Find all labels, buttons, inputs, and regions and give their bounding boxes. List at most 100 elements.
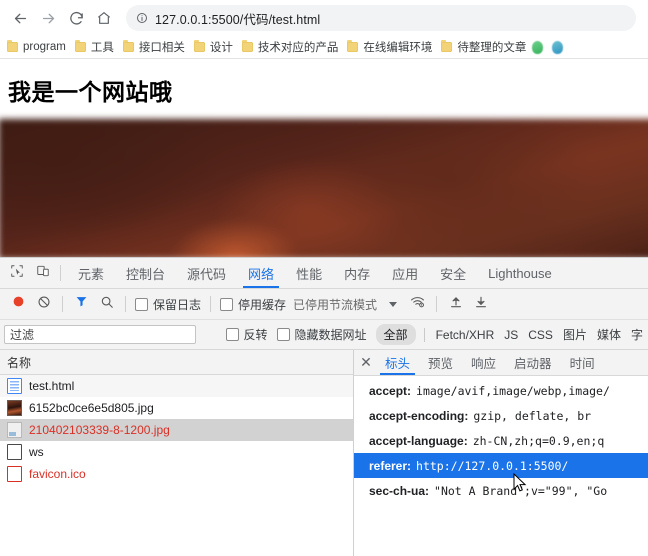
request-name: favicon.ico [29, 467, 86, 481]
site-info-icon[interactable] [136, 12, 148, 24]
tab-label: Lighthouse [488, 265, 552, 281]
header-value: "Not A Brand";v="99", "Go [434, 483, 608, 498]
preserve-log-checkbox[interactable]: 保留日志 [135, 296, 201, 313]
image-thumb-icon [7, 400, 22, 416]
device-toolbar-icon [36, 264, 50, 283]
upload-arrow-icon [449, 295, 463, 314]
reload-button[interactable] [62, 4, 90, 32]
header-row[interactable]: accept-language: zh-CN,zh;q=0.9,en;q [366, 428, 648, 453]
wifi-gear-icon [410, 294, 425, 314]
search-magnifier-icon [100, 295, 114, 314]
disable-cache-checkbox[interactable]: 停用缓存 [220, 296, 286, 313]
bookmark-tech-products[interactable]: 技术对应的产品 [239, 37, 344, 57]
tab-label: 性能 [296, 266, 323, 282]
header-row[interactable]: accept-encoding: gzip, deflate, br [366, 403, 648, 428]
tab-timing[interactable]: 时间 [561, 350, 604, 375]
table-row[interactable]: 6152bc0ce6e5d805.jpg [0, 397, 353, 419]
preserve-log-label: 保留日志 [153, 297, 202, 312]
header-row[interactable]: sec-ch-ua: "Not A Brand";v="99", "Go [366, 478, 648, 503]
tabbar-divider [60, 265, 61, 281]
tab-headers[interactable]: 标头 [376, 350, 419, 375]
close-details-button[interactable]: ✕ [356, 350, 376, 375]
filter-type-css[interactable]: CSS [523, 326, 558, 344]
filter-type-font[interactable]: 字 [626, 324, 648, 345]
details-tabbar: ✕ 标头 预览 响应 启动器 时间 [354, 350, 648, 376]
tab-lighthouse[interactable]: Lighthouse [477, 258, 563, 288]
header-key: sec-ch-ua: [369, 483, 430, 498]
network-conditions-button[interactable] [405, 292, 430, 317]
page-viewport: 我是一个网站哦 [0, 59, 648, 257]
import-har-button[interactable] [443, 292, 468, 317]
request-list-header: 名称 [0, 350, 353, 375]
throttling-caret[interactable] [380, 292, 405, 317]
extension-teal-icon[interactable] [552, 40, 564, 54]
filter-type-media[interactable]: 媒体 [592, 324, 626, 345]
request-name: test.html [29, 379, 75, 393]
table-row[interactable]: favicon.ico [0, 463, 353, 485]
tab-label: 预览 [428, 357, 454, 371]
bookmark-online-editors[interactable]: 在线编辑环境 [344, 37, 437, 57]
back-arrow-icon [12, 10, 29, 27]
tab-sources[interactable]: 源代码 [176, 258, 237, 288]
tab-preview[interactable]: 预览 [419, 350, 462, 375]
checkbox-box [225, 328, 239, 341]
tab-application[interactable]: 应用 [381, 258, 429, 288]
tab-security[interactable]: 安全 [429, 258, 477, 288]
back-button[interactable] [6, 4, 34, 32]
throttling-dropdown[interactable]: 已停用节流模式 [293, 296, 377, 313]
extension-green-icon[interactable] [532, 40, 544, 54]
bookmark-tools[interactable]: 工具 [72, 37, 119, 57]
document-icon [7, 378, 22, 394]
tab-initiator[interactable]: 启动器 [505, 350, 561, 375]
tab-elements[interactable]: 元素 [67, 258, 115, 288]
header-row-selected[interactable]: referer: http://127.0.0.1:5500/ [354, 453, 648, 478]
record-button[interactable] [6, 292, 31, 317]
folder-icon [74, 40, 86, 52]
filter-type-img[interactable]: 图片 [558, 324, 592, 345]
tab-label: 元素 [78, 266, 105, 282]
header-value: image/avif,image/webp,image/ [416, 383, 610, 398]
filter-type-js[interactable]: JS [499, 326, 523, 344]
bookmarks-bar: program 工具 接口相关 设计 技术对应的产品 在线编辑环境 待整理的文章 [0, 36, 648, 59]
filter-type-fetch-xhr[interactable]: Fetch/XHR [431, 326, 500, 344]
bookmark-to-organize[interactable]: 待整理的文章 [438, 37, 531, 57]
forward-button[interactable] [34, 4, 62, 32]
tab-label: 控制台 [126, 266, 166, 282]
reload-icon [68, 10, 85, 27]
hero-image [0, 118, 648, 257]
filter-type-all[interactable]: 全部 [375, 324, 416, 345]
tab-performance[interactable]: 性能 [285, 258, 333, 288]
filter-input[interactable] [4, 325, 196, 344]
tab-response[interactable]: 响应 [462, 350, 505, 375]
export-har-button[interactable] [468, 292, 493, 317]
home-button[interactable] [90, 4, 118, 32]
tab-console[interactable]: 控制台 [115, 258, 176, 288]
checkbox-box [220, 297, 234, 311]
bookmark-label: 待整理的文章 [457, 42, 527, 54]
toggle-device-toolbar-button[interactable] [30, 258, 56, 288]
table-row[interactable]: test.html [0, 375, 353, 397]
bookmark-api[interactable]: 接口相关 [120, 37, 190, 57]
folder-icon [241, 40, 253, 52]
hide-data-urls-checkbox[interactable]: 隐藏数据网址 [276, 326, 367, 343]
header-row[interactable]: accept: image/avif,image/webp,image/ [366, 378, 648, 403]
table-row[interactable]: 210402103339-8-1200.jpg [0, 419, 353, 441]
tab-network[interactable]: 网络 [237, 258, 285, 288]
address-bar[interactable]: 127.0.0.1:5500/代码/test.html [126, 5, 636, 31]
image-blank-icon [7, 422, 22, 438]
filter-toggle-button[interactable] [69, 292, 94, 317]
bookmark-program[interactable]: program [4, 39, 71, 55]
table-row[interactable]: ws [0, 441, 353, 463]
request-name: 6152bc0ce6e5d805.jpg [29, 401, 154, 415]
record-circle-icon [12, 295, 25, 313]
invert-checkbox[interactable]: 反转 [225, 326, 268, 343]
tab-memory[interactable]: 内存 [333, 258, 381, 288]
toolbar-divider-3 [210, 296, 212, 312]
search-button[interactable] [94, 292, 119, 317]
bookmark-design[interactable]: 设计 [191, 37, 238, 57]
folder-icon [347, 40, 359, 52]
inspect-element-button[interactable] [4, 258, 30, 288]
tab-label: 源代码 [187, 266, 227, 282]
clear-button[interactable] [31, 292, 56, 317]
tab-label: 标头 [385, 357, 411, 371]
